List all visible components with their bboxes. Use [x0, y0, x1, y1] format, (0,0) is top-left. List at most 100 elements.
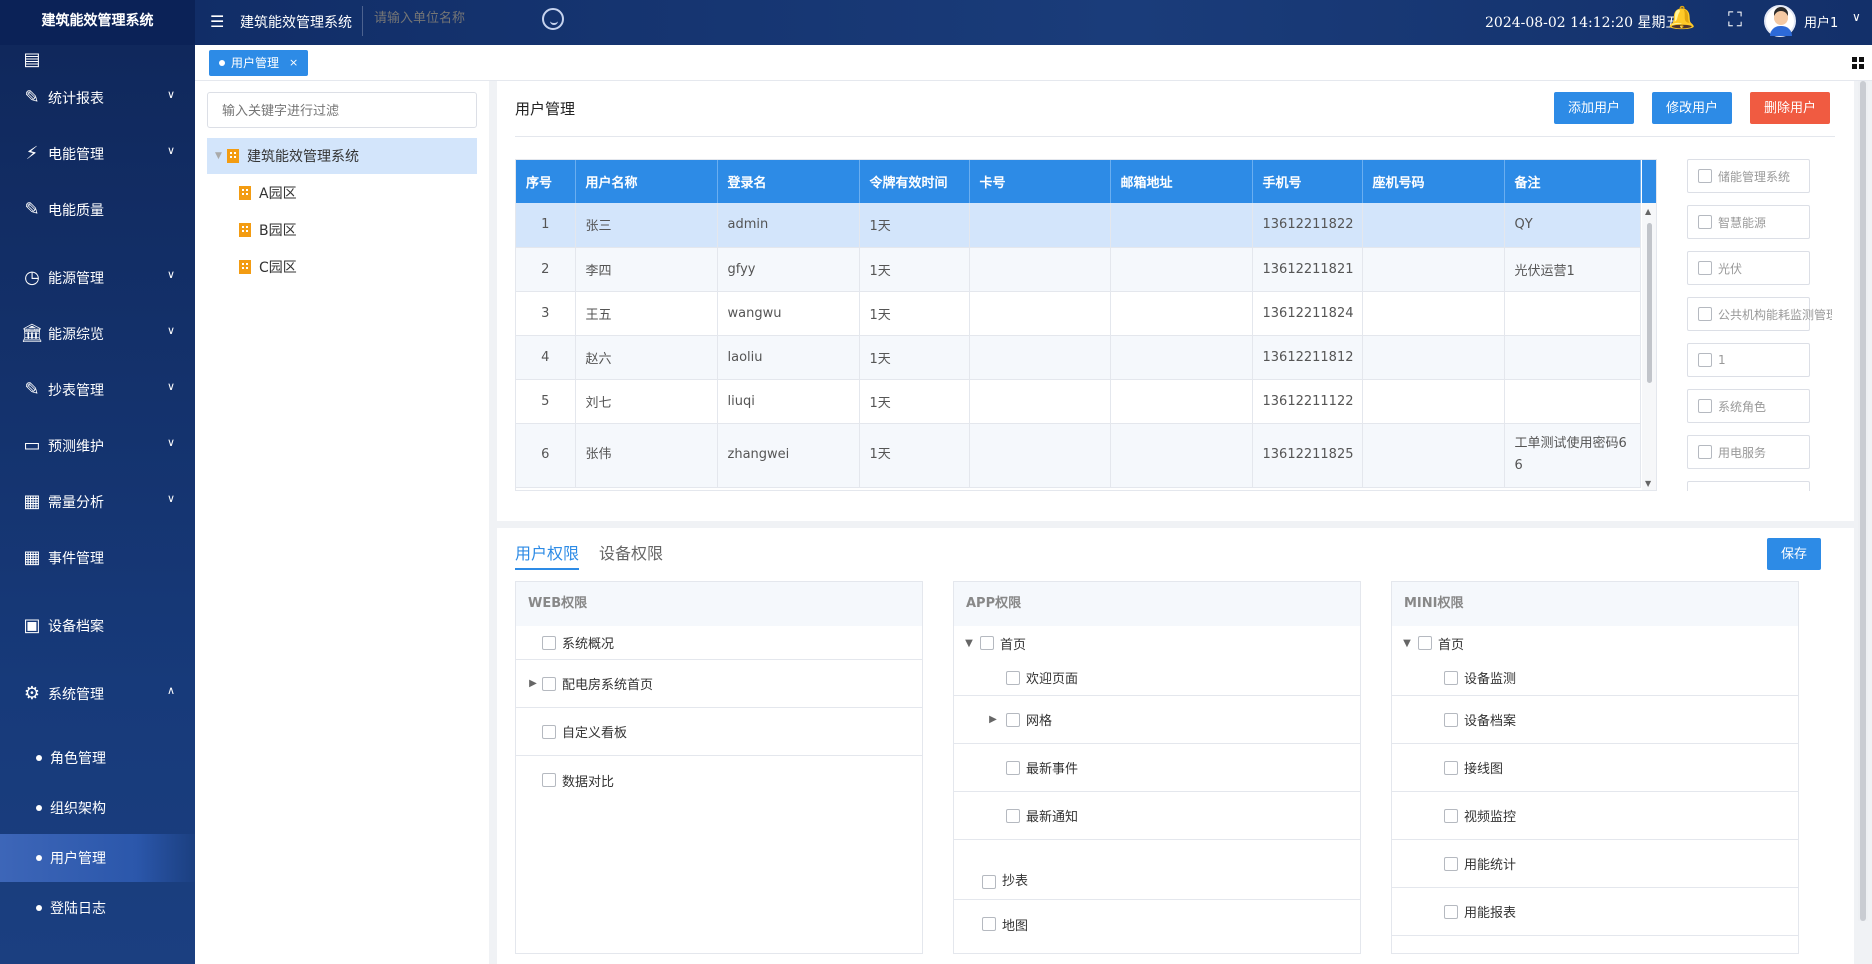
tree-node-b[interactable]: B园区 — [207, 212, 477, 248]
page-scrollbar[interactable] — [1858, 81, 1868, 921]
bell-icon[interactable]: 🔔 — [1668, 6, 1695, 31]
checkbox-icon[interactable] — [1698, 261, 1712, 275]
delete-user-button[interactable]: 删除用户 — [1750, 92, 1831, 124]
permission-item[interactable]: ▶ 配电房系统首页 — [516, 660, 922, 708]
sidebar-sub-org[interactable]: 组织架构 — [0, 784, 195, 832]
permission-item[interactable]: 最新通知 — [954, 792, 1360, 840]
role-checkbox[interactable]: 公共机构能耗监测管理 — [1687, 297, 1832, 331]
table-row[interactable]: 4 赵六 laoliu 1天 13612211812 — [516, 335, 1641, 380]
permission-item[interactable]: 系统概况 — [516, 626, 922, 660]
checkbox-icon[interactable] — [1444, 904, 1458, 919]
checkbox-icon[interactable] — [1444, 670, 1458, 685]
tree-node-c[interactable]: C园区 — [207, 249, 477, 285]
fullscreen-icon[interactable]: ⛶ — [1728, 7, 1742, 31]
avatar[interactable] — [1764, 5, 1796, 37]
permission-item[interactable]: 视频监控 — [1392, 792, 1798, 840]
sidebar-item-events[interactable]: ▦ 事件管理 — [0, 535, 195, 581]
checkbox-icon[interactable] — [982, 917, 996, 931]
sidebar-sub-roles[interactable]: 角色管理 — [0, 734, 195, 782]
sidebar-sub-login-log[interactable]: 登陆日志 — [0, 884, 195, 932]
checkbox-icon[interactable] — [1698, 215, 1712, 229]
table-row[interactable]: 3 王五 wangwu 1天 13612211824 — [516, 291, 1641, 336]
permission-item[interactable]: 地图 — [954, 900, 1360, 948]
table-row[interactable]: 6 张伟 zhangwei 1天 13612211825 工单测试使用密码66 — [516, 423, 1641, 488]
sidebar-item-energy[interactable]: ◷ 能源管理 ∨ — [0, 255, 195, 301]
tree-node-a[interactable]: A园区 — [207, 175, 477, 211]
permission-item[interactable]: 设备监测 — [1392, 660, 1798, 696]
table-row[interactable]: 1 张三 admin 1天 13612211822 QY — [516, 203, 1641, 248]
table-scrollbar[interactable]: ▲ ▼ — [1642, 203, 1656, 490]
close-icon[interactable]: × — [289, 50, 298, 76]
role-checkbox[interactable]: 储能管理系统 — [1687, 159, 1810, 193]
role-checkbox[interactable]: 智慧能源 — [1687, 205, 1810, 239]
save-button[interactable]: 保存 — [1767, 538, 1822, 570]
unit-search-input[interactable] — [374, 10, 514, 25]
user-name[interactable]: 用户1 — [1804, 12, 1838, 31]
permission-item[interactable]: ▼ 首页 — [1392, 626, 1798, 660]
permission-item[interactable]: ▼ 首页 — [954, 626, 1360, 660]
checkbox-icon[interactable] — [1698, 399, 1712, 413]
checkbox-icon[interactable] — [1698, 445, 1712, 459]
sidebar-item-demand[interactable]: ▦ 需量分析 ∨ — [0, 479, 195, 525]
role-checkbox-partial[interactable] — [1687, 481, 1810, 491]
search-icon[interactable] — [542, 8, 564, 30]
caret-down-icon[interactable]: ▼ — [964, 638, 974, 649]
checkbox-icon[interactable] — [1698, 307, 1712, 321]
tab-user-management[interactable]: 用户管理 × — [209, 50, 309, 76]
sidebar-item-statistics[interactable]: ✎ 统计报表 ∨ — [0, 75, 195, 121]
role-checkbox[interactable]: 用电服务 — [1687, 435, 1810, 469]
checkbox-icon[interactable] — [1006, 808, 1020, 823]
checkbox-icon[interactable] — [1698, 353, 1712, 367]
checkbox-icon[interactable] — [1444, 712, 1458, 727]
role-checkbox[interactable]: 1 — [1687, 343, 1810, 377]
sidebar-item-meter[interactable]: ✎ 抄表管理 ∨ — [0, 367, 195, 413]
grid-icon[interactable] — [1852, 57, 1864, 69]
checkbox-icon[interactable] — [982, 875, 996, 889]
sidebar-sub-users[interactable]: 用户管理 — [0, 834, 195, 882]
tree-filter-input[interactable] — [207, 92, 477, 128]
table-row[interactable]: 2 李四 gfyy 1天 13612211821 光伏运营1 — [516, 247, 1641, 292]
tab-user-permissions[interactable]: 用户权限 — [515, 540, 580, 570]
checkbox-icon[interactable] — [1698, 169, 1712, 183]
permission-item[interactable]: 用能统计 — [1392, 840, 1798, 888]
caret-down-icon[interactable]: ▼ — [1402, 638, 1412, 649]
permission-item[interactable]: ▶ 网格 — [954, 696, 1360, 744]
menu-toggle-icon[interactable]: ☰ — [210, 12, 224, 31]
caret-down-icon[interactable]: ▼ — [215, 151, 227, 161]
checkbox-icon[interactable] — [1006, 670, 1020, 685]
checkbox-icon[interactable] — [542, 635, 556, 650]
chevron-down-icon[interactable]: ∨ — [1852, 10, 1861, 24]
role-checkbox[interactable]: 光伏 — [1687, 251, 1810, 285]
scrollbar-thumb[interactable] — [1860, 81, 1866, 921]
checkbox-icon[interactable] — [542, 773, 556, 787]
sidebar-item-system[interactable]: ⚙ 系统管理 ∧ — [0, 671, 195, 717]
permission-item[interactable]: 欢迎页面 — [954, 660, 1360, 696]
sidebar-item-maintenance[interactable]: ▭ 预测维护 ∨ — [0, 423, 195, 469]
checkbox-icon[interactable] — [980, 636, 994, 650]
permission-item[interactable]: 自定义看板 — [516, 708, 922, 756]
permission-item[interactable]: 用能报表 — [1392, 888, 1798, 936]
permission-item[interactable]: 数据对比 — [516, 756, 922, 804]
add-user-button[interactable]: 添加用户 — [1554, 92, 1635, 124]
caret-right-icon[interactable]: ▶ — [988, 714, 998, 725]
permission-item[interactable]: 抄表 — [954, 840, 1360, 900]
scroll-up-icon[interactable]: ▲ — [1645, 207, 1651, 216]
checkbox-icon[interactable] — [1444, 856, 1458, 871]
checkbox-icon[interactable] — [542, 676, 556, 691]
tree-node-root[interactable]: ▼ 建筑能效管理系统 — [207, 138, 477, 174]
scrollbar-thumb[interactable] — [1647, 223, 1652, 383]
sidebar-item-partial[interactable]: ▤ — [0, 45, 195, 75]
permission-item[interactable]: 接线图 — [1392, 744, 1798, 792]
checkbox-icon[interactable] — [1418, 636, 1432, 650]
sidebar-item-overview[interactable]: 🏛 能源综览 ∨ — [0, 311, 195, 357]
scroll-down-icon[interactable]: ▼ — [1645, 479, 1651, 488]
sidebar-item-power-quality[interactable]: ✎ 电能质量 — [0, 187, 195, 233]
caret-right-icon[interactable]: ▶ — [528, 678, 538, 689]
checkbox-icon[interactable] — [542, 724, 556, 739]
checkbox-icon[interactable] — [1444, 808, 1458, 823]
sidebar-item-power[interactable]: ⚡ 电能管理 ∨ — [0, 131, 195, 177]
checkbox-icon[interactable] — [1444, 760, 1458, 775]
sidebar-item-devices[interactable]: ▣ 设备档案 — [0, 603, 195, 649]
checkbox-icon[interactable] — [1006, 760, 1020, 775]
permission-item[interactable]: 设备档案 — [1392, 696, 1798, 744]
